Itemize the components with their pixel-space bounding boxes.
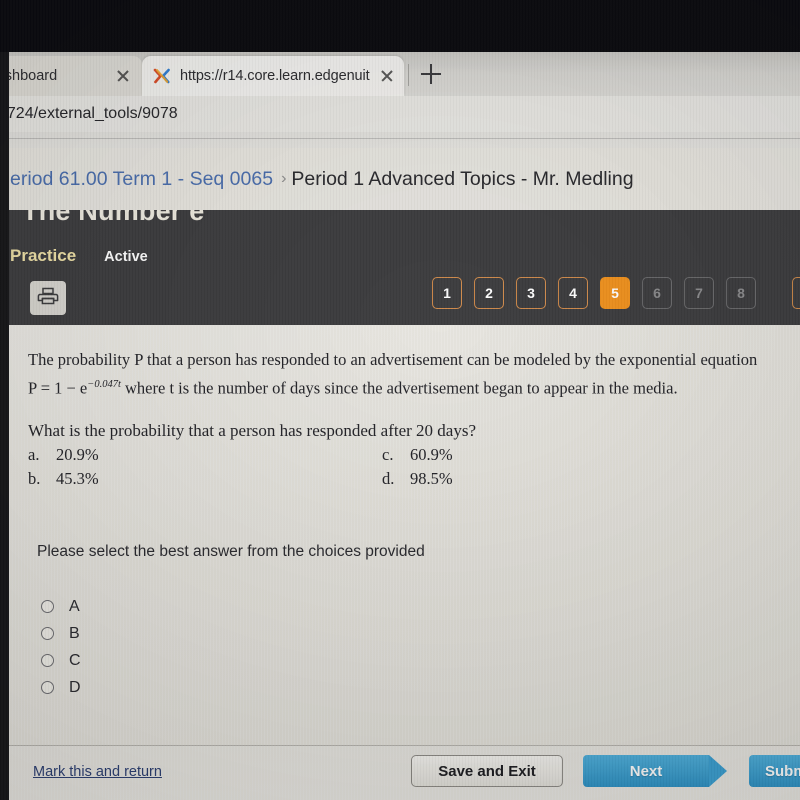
- tab-active[interactable]: Active: [104, 249, 148, 265]
- question-prompt: What is the probability that a person ha…: [28, 420, 477, 440]
- browser-tab-dashboard[interactable]: vare Dashboard: [0, 56, 142, 96]
- choice-text-a: 20.9%: [56, 444, 99, 464]
- browser-tab-edgenuity[interactable]: https://r14.core.learn.edgenuit: [142, 56, 404, 96]
- question-pill-7: 7: [684, 277, 714, 309]
- printer-icon: [37, 286, 59, 311]
- close-icon[interactable]: [378, 67, 396, 85]
- question-equation: P = 1 − e−0.047t where t is the number o…: [28, 372, 800, 401]
- answer-choice-b: b. 45.3%: [28, 469, 99, 489]
- next-button[interactable]: Next: [583, 755, 727, 787]
- chrome-divider: [0, 138, 800, 139]
- monitor-bezel-top: [0, 0, 800, 52]
- radio-icon[interactable]: [41, 654, 54, 667]
- question-pill-4[interactable]: 4: [558, 277, 588, 309]
- choice-letter-c: c.: [382, 444, 394, 464]
- browser-tab-dashboard-title: vare Dashboard: [0, 68, 58, 84]
- question-panel: The probability P that a person has resp…: [9, 325, 800, 745]
- radio-label-b: B: [69, 624, 80, 642]
- question-stem: The probability P that a person has resp…: [28, 350, 758, 369]
- mark-this-and-return-link[interactable]: Mark this and return: [33, 764, 162, 780]
- radio-label-c: C: [69, 651, 81, 669]
- question-pill-8: 8: [726, 277, 756, 309]
- choice-text-c: 60.9%: [410, 444, 453, 464]
- radio-icon[interactable]: [41, 600, 54, 613]
- question-content: The probability P that a person has resp…: [28, 347, 800, 493]
- breadcrumb-separator: ›: [281, 170, 287, 187]
- radio-group: A B C D: [41, 593, 81, 701]
- browser-tab-edgenuity-title: https://r14.core.learn.edgenuit: [180, 68, 370, 84]
- new-tab-button[interactable]: [418, 61, 444, 87]
- answer-choice-c: c. 60.9%: [382, 445, 453, 465]
- action-bar: Mark this and return Save and Exit Next …: [9, 745, 800, 800]
- browser-tab-strip: vare Dashboard https://r14.core.learn.ed…: [0, 52, 800, 96]
- question-pill-2[interactable]: 2: [474, 277, 504, 309]
- question-pill-5[interactable]: 5: [600, 277, 630, 309]
- browser-address-bar[interactable]: 7724/external_tools/9078: [0, 96, 800, 132]
- breadcrumb-current: Period 1 Advanced Topics - Mr. Medling: [291, 167, 634, 190]
- choice-text-b: 45.3%: [56, 468, 99, 488]
- screenshot-root: vare Dashboard https://r14.core.learn.ed…: [0, 0, 800, 800]
- monitor-bezel-left: [0, 52, 9, 800]
- equation-suffix: where t is the number of days since the …: [120, 378, 678, 398]
- question-pill-6: 6: [642, 277, 672, 309]
- breadcrumb-parent-link[interactable]: Period 61.00 Term 1 - Seq 0065: [0, 168, 273, 191]
- tab-practice[interactable]: Practice: [10, 246, 76, 266]
- equation-prefix: P = 1 − e: [28, 378, 88, 398]
- save-and-exit-button[interactable]: Save and Exit: [411, 755, 563, 787]
- answer-choice-a: a. 20.9%: [28, 445, 99, 465]
- radio-option-b[interactable]: B: [41, 620, 81, 647]
- print-button[interactable]: [30, 281, 66, 315]
- radio-option-a[interactable]: A: [41, 593, 81, 620]
- radio-option-d[interactable]: D: [41, 674, 81, 701]
- radio-label-a: A: [69, 597, 80, 615]
- submit-button[interactable]: Submit: [749, 755, 800, 787]
- question-pill-next-partial[interactable]: [792, 277, 800, 309]
- choice-letter-b: b.: [28, 468, 41, 488]
- answer-choice-list: a. 20.9% b. 45.3% c. 60.9% d. 98.5%: [28, 445, 800, 493]
- choice-letter-d: d.: [382, 468, 395, 488]
- activity-tab-group: Practice Active: [10, 246, 148, 266]
- tab-divider: [408, 64, 409, 86]
- radio-label-d: D: [69, 678, 81, 696]
- question-pill-3[interactable]: 3: [516, 277, 546, 309]
- answer-choice-d: d. 98.5%: [382, 469, 453, 489]
- choice-letter-a: a.: [28, 444, 40, 464]
- select-instruction: Please select the best answer from the c…: [37, 543, 425, 560]
- question-navigation: 1 2 3 4 5 6 7 8: [432, 277, 756, 309]
- address-bar-url: 7724/external_tools/9078: [0, 105, 178, 122]
- radio-icon[interactable]: [41, 627, 54, 640]
- radio-option-c[interactable]: C: [41, 647, 81, 674]
- radio-icon[interactable]: [41, 681, 54, 694]
- activity-title: The Number e: [22, 210, 205, 226]
- choice-text-d: 98.5%: [410, 468, 453, 488]
- close-icon[interactable]: [114, 67, 132, 85]
- edgenuity-x-icon: [152, 66, 172, 86]
- browser-chrome: vare Dashboard https://r14.core.learn.ed…: [0, 52, 800, 148]
- question-pill-1[interactable]: 1: [432, 277, 462, 309]
- breadcrumb: Period 61.00 Term 1 - Seq 0065 › Period …: [0, 148, 800, 210]
- equation-exponent: −0.047t: [87, 379, 121, 390]
